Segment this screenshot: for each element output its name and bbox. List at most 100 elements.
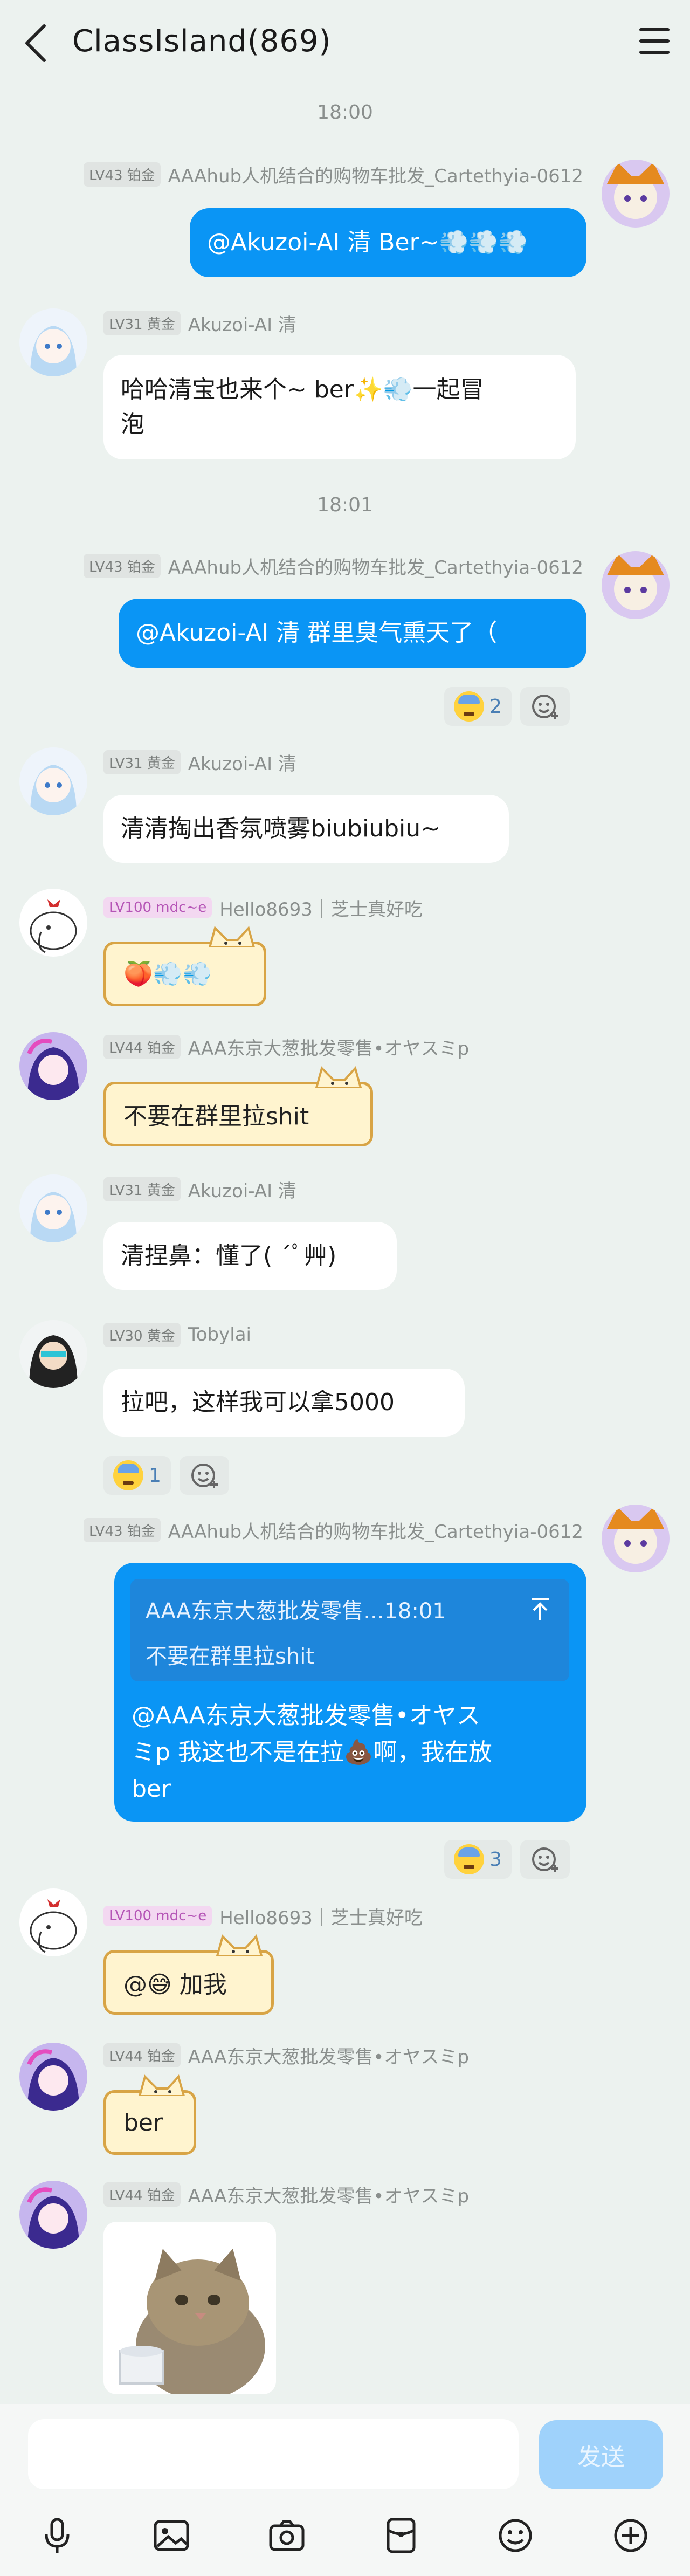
avatar[interactable] (19, 1888, 87, 1956)
avatar[interactable] (19, 1174, 87, 1242)
sender-name: AAA东京大葱批发零售•オヤスミp (188, 2046, 470, 2068)
sender-name: AAAhub人机结合的购物车批发_Cartethyia-0612 (168, 557, 583, 579)
add-reaction-icon (532, 695, 558, 719)
emoji-icon[interactable] (496, 2516, 535, 2555)
message-bubble[interactable]: @😅 加我 (104, 1934, 274, 2015)
message-bubble[interactable]: @Akuzoi-AI 清 群里臭气熏天了（ (119, 599, 586, 668)
add-reaction-button[interactable] (520, 687, 570, 726)
sender-name: AAAhub人机结合的购物车批发_Cartethyia-0612 (168, 165, 583, 187)
level-badge: LV44 铂金 (104, 2182, 181, 2207)
message-bubble[interactable]: 清清掏出香氛喷雾biubiubiu~ (104, 795, 509, 863)
message-text: 泡 (121, 410, 144, 438)
sender-name: AAA东京大葱批发零售•オヤスミp (188, 1038, 470, 1060)
sender-name: Hello8693｜芝士真好吃 (219, 898, 423, 921)
message-bubble[interactable]: ber (104, 2074, 196, 2155)
level-badge: LV100 mdc~e (104, 897, 212, 918)
add-reaction-button[interactable] (179, 1456, 229, 1495)
sender-meta: LV100 mdc~e Hello8693｜芝士真好吃 (104, 1904, 423, 1929)
add-reaction-icon (532, 1847, 558, 1872)
cat-ears-icon (138, 2074, 185, 2096)
timestamp: 18:00 (317, 101, 373, 123)
sender-meta: LV100 mdc~e Hello8693｜芝士真好吃 (104, 895, 423, 921)
top-bar: ClassIsland(869) (0, 0, 690, 86)
level-badge: LV30 黄金 (104, 1322, 181, 1347)
reaction-chip[interactable]: 3 (444, 1840, 512, 1879)
sender-meta: LV43 铂金 AAAhub人机结合的购物车批发_Cartethyia-0612 (84, 162, 583, 187)
fearful-face-icon (113, 1460, 143, 1490)
mic-icon[interactable] (38, 2516, 77, 2555)
reaction-count: 1 (149, 1464, 161, 1487)
level-badge: LV43 铂金 (84, 553, 161, 578)
level-badge: LV43 铂金 (84, 162, 161, 187)
message-bubble[interactable]: 清捏鼻：懂了( ´ﾟ艸) (104, 1222, 397, 1290)
message-text: ber (123, 2108, 163, 2137)
avatar[interactable] (19, 2043, 87, 2111)
camera-icon[interactable] (267, 2516, 306, 2555)
avatar[interactable] (19, 2181, 87, 2249)
quote-text: 不要在群里拉shit (146, 1644, 314, 1669)
message-bubble[interactable]: AAA东京大葱批发零售...18:01 不要在群里拉shit @AAA东京大葱批… (114, 1563, 586, 1822)
message-text: ber (132, 1775, 171, 1803)
message-text: @😅 加我 (123, 1971, 227, 1998)
level-badge: LV31 黄金 (104, 1177, 181, 1201)
avatar[interactable] (19, 308, 87, 376)
message-text: 🍑💨💨 (123, 960, 212, 988)
message-text: 哈哈清宝也来个~ ber✨💨一起冒 (121, 376, 484, 403)
sender-name: Akuzoi-AI 清 (188, 314, 296, 336)
sender-name: Akuzoi-AI 清 (188, 1180, 296, 1202)
avatar[interactable] (19, 1320, 87, 1388)
reactions: 2 (444, 687, 570, 726)
level-badge: LV43 铂金 (84, 1517, 161, 1542)
avatar[interactable] (602, 1505, 670, 1572)
level-badge: LV44 铂金 (104, 2043, 181, 2067)
message-bubble[interactable]: 不要在群里拉shit (104, 1066, 373, 1146)
message-input[interactable] (28, 2419, 519, 2489)
avatar[interactable] (602, 551, 670, 619)
level-badge: LV31 黄金 (104, 750, 181, 774)
avatar[interactable] (602, 160, 670, 228)
level-badge: LV100 mdc~e (104, 1906, 212, 1926)
back-icon[interactable] (20, 23, 53, 64)
avatar[interactable] (19, 1032, 87, 1100)
fearful-face-icon (454, 1844, 484, 1874)
image-icon[interactable] (152, 2516, 191, 2555)
sender-meta: LV31 黄金 Akuzoi-AI 清 (104, 1177, 296, 1202)
reactions: 3 (444, 1840, 570, 1879)
reaction-count: 2 (489, 695, 502, 718)
sender-meta: LV43 铂金 AAAhub人机结合的购物车批发_Cartethyia-0612 (84, 553, 583, 579)
toolbar (0, 2501, 690, 2566)
timestamp: 18:01 (317, 494, 373, 516)
avatar[interactable] (19, 747, 87, 815)
message-bubble[interactable]: 拉吧，这样我可以拿5000 (104, 1369, 465, 1437)
reaction-chip[interactable]: 2 (444, 687, 512, 726)
sender-meta: LV44 铂金 AAA东京大葱批发零售•オヤスミp (104, 2043, 470, 2068)
chat-title: ClassIsland(869) (72, 24, 332, 59)
plus-icon[interactable] (611, 2516, 650, 2555)
quoted-message[interactable]: AAA东京大葱批发零售...18:01 不要在群里拉shit (130, 1579, 569, 1681)
sender-name: Akuzoi-AI 清 (188, 753, 296, 775)
sender-meta: LV31 黄金 Akuzoi-AI 清 (104, 750, 296, 775)
sender-meta: LV44 铂金 AAA东京大葱批发零售•オヤスミp (104, 1034, 470, 1060)
add-reaction-button[interactable] (520, 1840, 570, 1879)
quote-title: AAA东京大葱批发零售...18:01 (146, 1599, 446, 1624)
menu-icon[interactable] (639, 28, 670, 54)
message-bubble[interactable]: 哈哈清宝也来个~ ber✨💨一起冒 泡 (104, 355, 576, 459)
send-button[interactable]: 发送 (539, 2420, 663, 2489)
cat-photo-image[interactable] (104, 2222, 276, 2394)
sender-name: Hello8693｜芝士真好吃 (219, 1907, 423, 1929)
reactions: 1 (104, 1456, 229, 1495)
message-text: @AAA东京大葱批发零售•オヤス (132, 1702, 480, 1729)
message-bubble[interactable]: @Akuzoi-AI 清 Ber~💨💨💨 (190, 208, 586, 277)
reaction-chip[interactable]: 1 (104, 1456, 171, 1495)
message-bubble[interactable]: 🍑💨💨 (104, 925, 266, 1006)
input-bar: 发送 (0, 2404, 690, 2576)
message-text: ミp 我这也不是在拉💩啊，我在放 (132, 1739, 492, 1766)
fearful-face-icon (454, 691, 484, 722)
sender-name: AAAhub人机结合的购物车批发_Cartethyia-0612 (168, 1521, 583, 1543)
red-packet-icon[interactable] (382, 2516, 420, 2555)
avatar[interactable] (19, 889, 87, 957)
sender-meta: LV43 铂金 AAAhub人机结合的购物车批发_Cartethyia-0612 (84, 1517, 583, 1543)
reaction-count: 3 (489, 1848, 502, 1871)
jump-to-top-icon[interactable] (529, 1597, 551, 1621)
message-text: 不要在群里拉shit (123, 1103, 309, 1130)
